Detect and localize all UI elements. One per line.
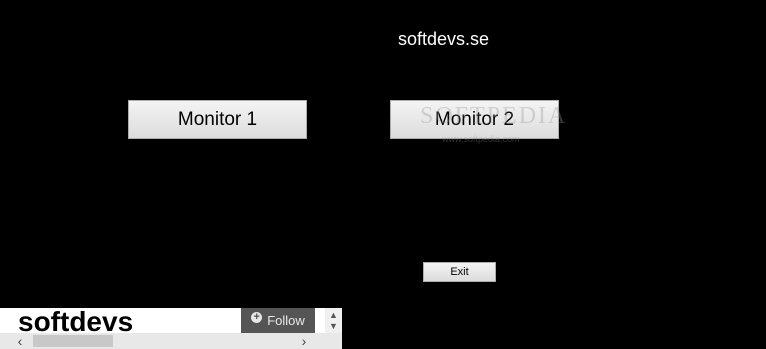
follow-button[interactable]: + Follow xyxy=(241,308,315,333)
exit-button[interactable]: Exit xyxy=(423,262,496,282)
chevron-up-icon[interactable]: ▲ xyxy=(329,310,338,320)
monitor-1-button[interactable]: Monitor 1 xyxy=(128,100,307,139)
widget-brand: softdevs xyxy=(18,306,134,337)
scroll-thumb[interactable] xyxy=(33,335,113,347)
chevron-down-icon[interactable]: ▼ xyxy=(329,321,338,331)
chevron-right-icon[interactable]: › xyxy=(296,333,312,349)
chevron-left-icon[interactable]: ‹ xyxy=(12,333,28,349)
vertical-scrollbar[interactable]: ▲ ▼ xyxy=(325,308,342,333)
monitor-2-button[interactable]: Monitor 2 xyxy=(390,100,559,139)
site-title: softdevs.se xyxy=(398,29,490,49)
app-window: softdevs.se Monitor 1 Monitor 2 SOFTPEDI… xyxy=(0,0,766,349)
follow-label: Follow xyxy=(267,313,305,328)
scroll-corner xyxy=(325,333,342,349)
plus-circle-icon: + xyxy=(251,312,263,323)
horizontal-scrollbar[interactable]: ‹ › xyxy=(0,333,325,349)
